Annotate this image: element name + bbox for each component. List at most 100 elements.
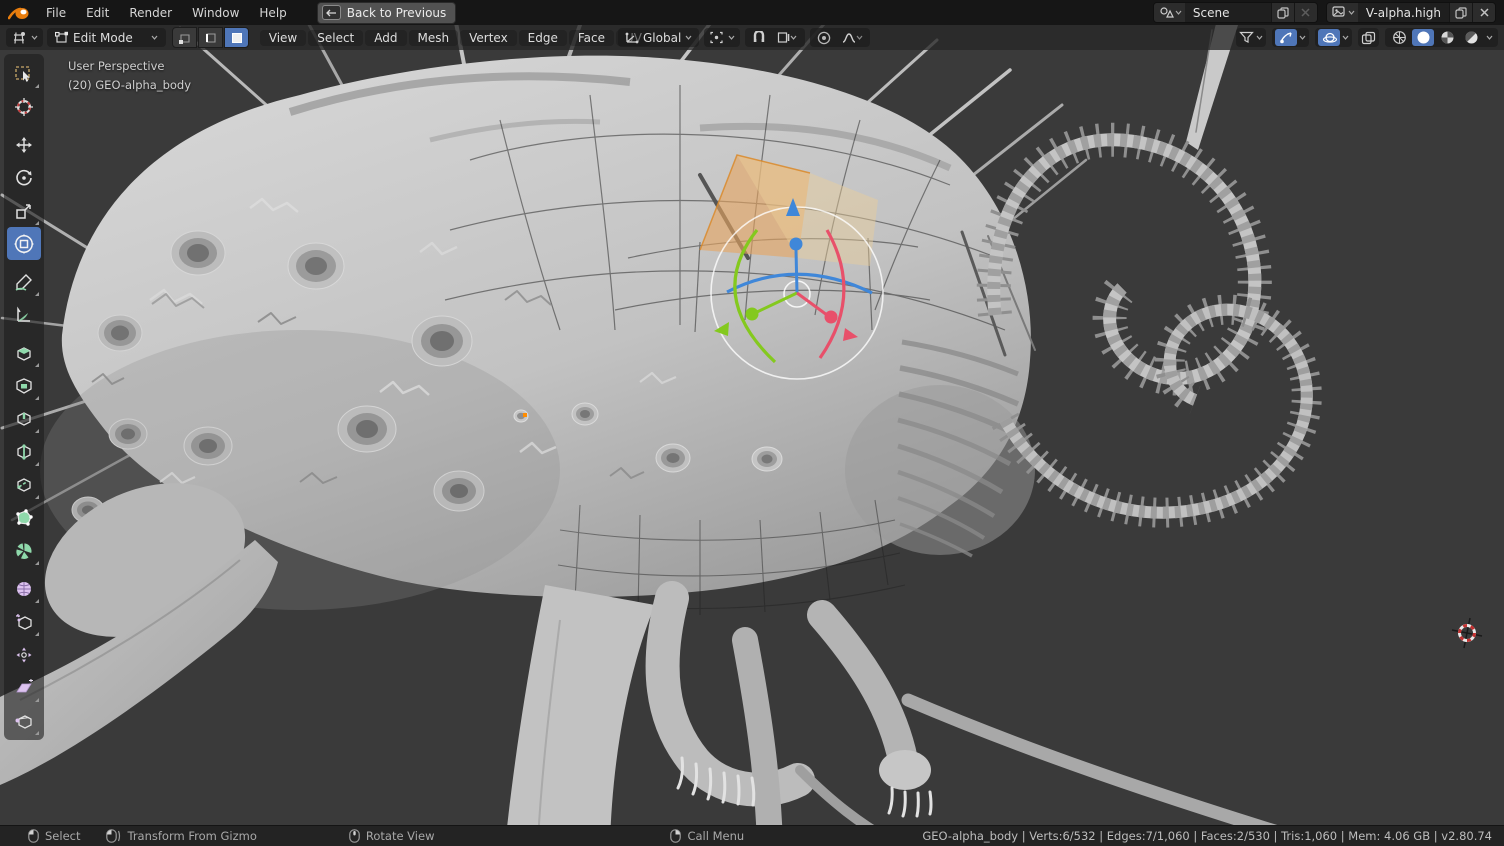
menu-help[interactable]: Help (249, 0, 296, 25)
chevron-down-icon (1175, 10, 1182, 15)
pivot-point-icon (709, 31, 724, 44)
menu-add[interactable]: Add (365, 30, 406, 46)
pivot-point-dropdown[interactable] (704, 28, 740, 47)
tool-transform[interactable] (7, 227, 41, 260)
view-layer-remove-button[interactable] (1472, 3, 1495, 22)
chevron-down-icon (790, 35, 797, 40)
statusbar: Select Transform From Gizmo Rotate View … (0, 825, 1504, 846)
proportional-edit-controls (810, 28, 870, 47)
tool-poly-build[interactable] (7, 501, 41, 534)
hint-select: Select (28, 829, 80, 843)
edit-mode-icon (55, 31, 69, 44)
menu-face[interactable]: Face (569, 30, 614, 46)
scene-browse-button[interactable] (1154, 3, 1185, 22)
overlays-toggle-group (1315, 28, 1352, 47)
topbar: File Edit Render Window Help Back to Pre… (0, 0, 1504, 25)
vertex-select-icon (178, 32, 191, 44)
chevron-down-icon (151, 35, 158, 40)
back-to-previous-label: Back to Previous (347, 6, 447, 20)
edge-select-button[interactable] (198, 27, 223, 48)
scene-icon (1159, 6, 1174, 19)
chevron-down-icon (685, 35, 692, 40)
tool-shrink-fatten[interactable] (7, 638, 41, 671)
menu-render[interactable]: Render (119, 0, 182, 25)
menu-vertex[interactable]: Vertex (460, 30, 517, 46)
menu-window[interactable]: Window (182, 0, 249, 25)
chevron-down-icon (1256, 35, 1263, 40)
back-arrow-icon (322, 5, 341, 20)
overlays-toggle-button[interactable] (1318, 29, 1340, 46)
proportional-falloff-dropdown[interactable] (837, 29, 867, 46)
tool-select-box[interactable] (7, 57, 41, 90)
snap-target-dropdown[interactable] (772, 29, 802, 46)
tool-shear[interactable] (7, 671, 41, 704)
gizmo-move-x-handle[interactable] (825, 311, 838, 324)
hint-rotate-view: Rotate View (349, 829, 435, 843)
mode-label: Edit Mode (73, 31, 133, 45)
tool-knife[interactable] (7, 468, 41, 501)
transform-orientation-dropdown[interactable]: Global (618, 28, 699, 47)
view-layer-copy-button[interactable] (1449, 3, 1472, 22)
mouse-left-icon (28, 829, 39, 843)
view-perspective-label: User Perspective (68, 57, 191, 76)
close-icon (1480, 8, 1489, 17)
back-to-previous-button[interactable]: Back to Previous (317, 2, 457, 24)
gizmo-move-z-handle[interactable] (790, 238, 803, 251)
scene-name[interactable]: Scene (1185, 6, 1271, 20)
mode-selector[interactable]: Edit Mode (47, 28, 166, 47)
gizmos-toggle-group (1272, 28, 1309, 47)
view-layer-browse-button[interactable] (1327, 3, 1358, 22)
shading-wireframe-button[interactable] (1388, 29, 1410, 46)
gizmo-move-y-handle[interactable] (746, 308, 759, 321)
view-layer-name[interactable]: V-alpha.high (1358, 6, 1449, 20)
xray-icon (1361, 31, 1376, 45)
tool-cursor[interactable] (7, 90, 41, 123)
gizmo-icon (1279, 31, 1293, 44)
xray-toggle-button[interactable] (1358, 28, 1379, 47)
menu-edit[interactable]: Edit (76, 0, 119, 25)
tool-loop-cut[interactable] (7, 435, 41, 468)
show-gizmo-dropdown[interactable] (1236, 28, 1266, 47)
magnet-icon (752, 31, 766, 45)
menu-view[interactable]: View (260, 30, 306, 46)
blender-logo[interactable] (0, 5, 36, 21)
menu-file[interactable]: File (36, 0, 76, 25)
falloff-curve-icon (842, 32, 856, 44)
menu-mesh[interactable]: Mesh (409, 30, 459, 46)
edge-select-icon (204, 32, 217, 44)
editor-type-button[interactable] (6, 28, 43, 47)
gizmos-toggle-button[interactable] (1275, 29, 1297, 46)
shading-material-button[interactable] (1436, 29, 1458, 46)
hint-call-menu-label: Call Menu (687, 829, 744, 843)
hint-transform-from-gizmo: Transform From Gizmo (106, 829, 256, 843)
menu-edge[interactable]: Edge (519, 30, 567, 46)
proportional-edit-icon (817, 31, 831, 45)
menu-select[interactable]: Select (308, 30, 363, 46)
tool-measure[interactable] (7, 298, 41, 331)
tool-annotate[interactable] (7, 265, 41, 298)
close-icon (1301, 8, 1310, 17)
tool-inset-faces[interactable] (7, 369, 41, 402)
tool-smooth[interactable] (7, 572, 41, 605)
tool-move[interactable] (7, 128, 41, 161)
viewport-3d-scene[interactable] (0, 0, 1504, 846)
tool-spin[interactable] (7, 534, 41, 567)
tool-rip-region[interactable] (7, 704, 41, 737)
proportional-edit-toggle[interactable] (813, 29, 835, 46)
chevron-down-icon (1348, 10, 1355, 15)
chevron-down-icon (728, 35, 735, 40)
tool-edge-slide[interactable] (7, 605, 41, 638)
tool-extrude-region[interactable] (7, 336, 41, 369)
tool-rotate[interactable] (7, 161, 41, 194)
scene-copy-button[interactable] (1271, 3, 1294, 22)
tool-bevel[interactable] (7, 402, 41, 435)
shading-rendered-button[interactable] (1460, 29, 1482, 46)
viewport-info-overlay: User Perspective (20) GEO-alpha_body (68, 57, 191, 95)
vertex-select-button[interactable] (172, 27, 197, 48)
view-layer-icon (1332, 6, 1347, 19)
tool-scale[interactable] (7, 194, 41, 227)
face-select-button[interactable] (224, 27, 249, 48)
orientation-label: Global (643, 31, 681, 45)
shading-solid-button[interactable] (1412, 29, 1434, 46)
snap-toggle-button[interactable] (748, 29, 770, 46)
